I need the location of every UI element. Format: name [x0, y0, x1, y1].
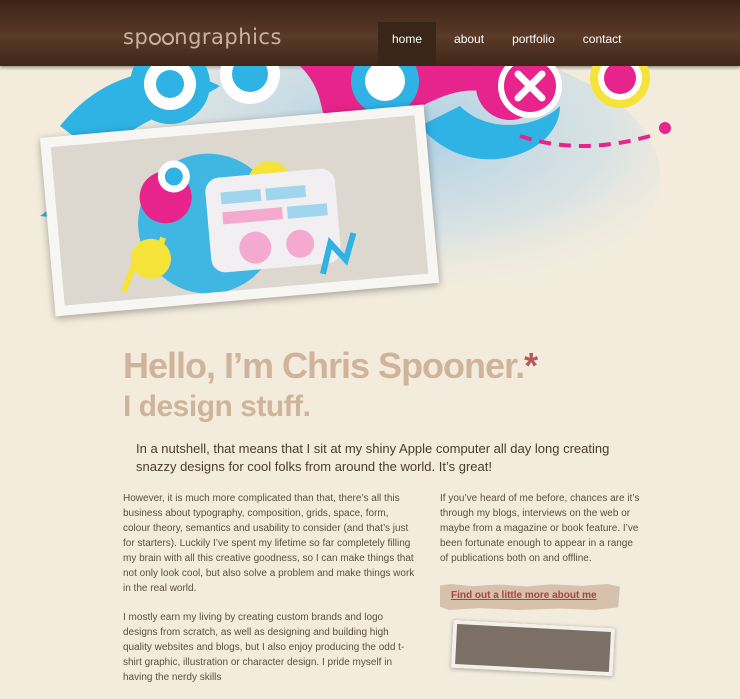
page-subheadline: I design stuff. — [123, 390, 311, 423]
headline-asterisk: * — [524, 345, 538, 386]
nav-home[interactable]: home — [378, 22, 437, 66]
sidebar-photo — [450, 619, 616, 677]
right-column: If you’ve heard of me before, chances ar… — [440, 491, 640, 566]
photo-artwork — [50, 115, 429, 306]
main-nav: home about portfolio contact — [378, 22, 635, 66]
hero-photo — [40, 104, 440, 317]
nav-about[interactable]: about — [436, 22, 498, 66]
about-more-button[interactable]: Find out a little more about me — [440, 584, 620, 610]
body-paragraph: However, it is much more complicated tha… — [123, 493, 415, 594]
page-headline: Hello, I’m Chris Spooner.* — [123, 345, 538, 386]
left-column: However, it is much more complicated tha… — [123, 491, 415, 699]
body-paragraph: I mostly earn my living by creating cust… — [123, 612, 405, 683]
site-header: sp ngraphics home about portfolio contact — [0, 0, 740, 66]
intro-text: In a nutshell, that means that I sit at … — [136, 441, 610, 474]
photo-illustration — [50, 115, 429, 306]
headline-text: Hello, I’m Chris Spooner. — [123, 345, 525, 386]
nav-contact[interactable]: contact — [569, 22, 636, 66]
nav-portfolio[interactable]: portfolio — [498, 22, 569, 66]
site-logo[interactable]: sp ngraphics — [123, 25, 282, 49]
sidebar-paragraph: If you’ve heard of me before, chances ar… — [440, 493, 640, 564]
